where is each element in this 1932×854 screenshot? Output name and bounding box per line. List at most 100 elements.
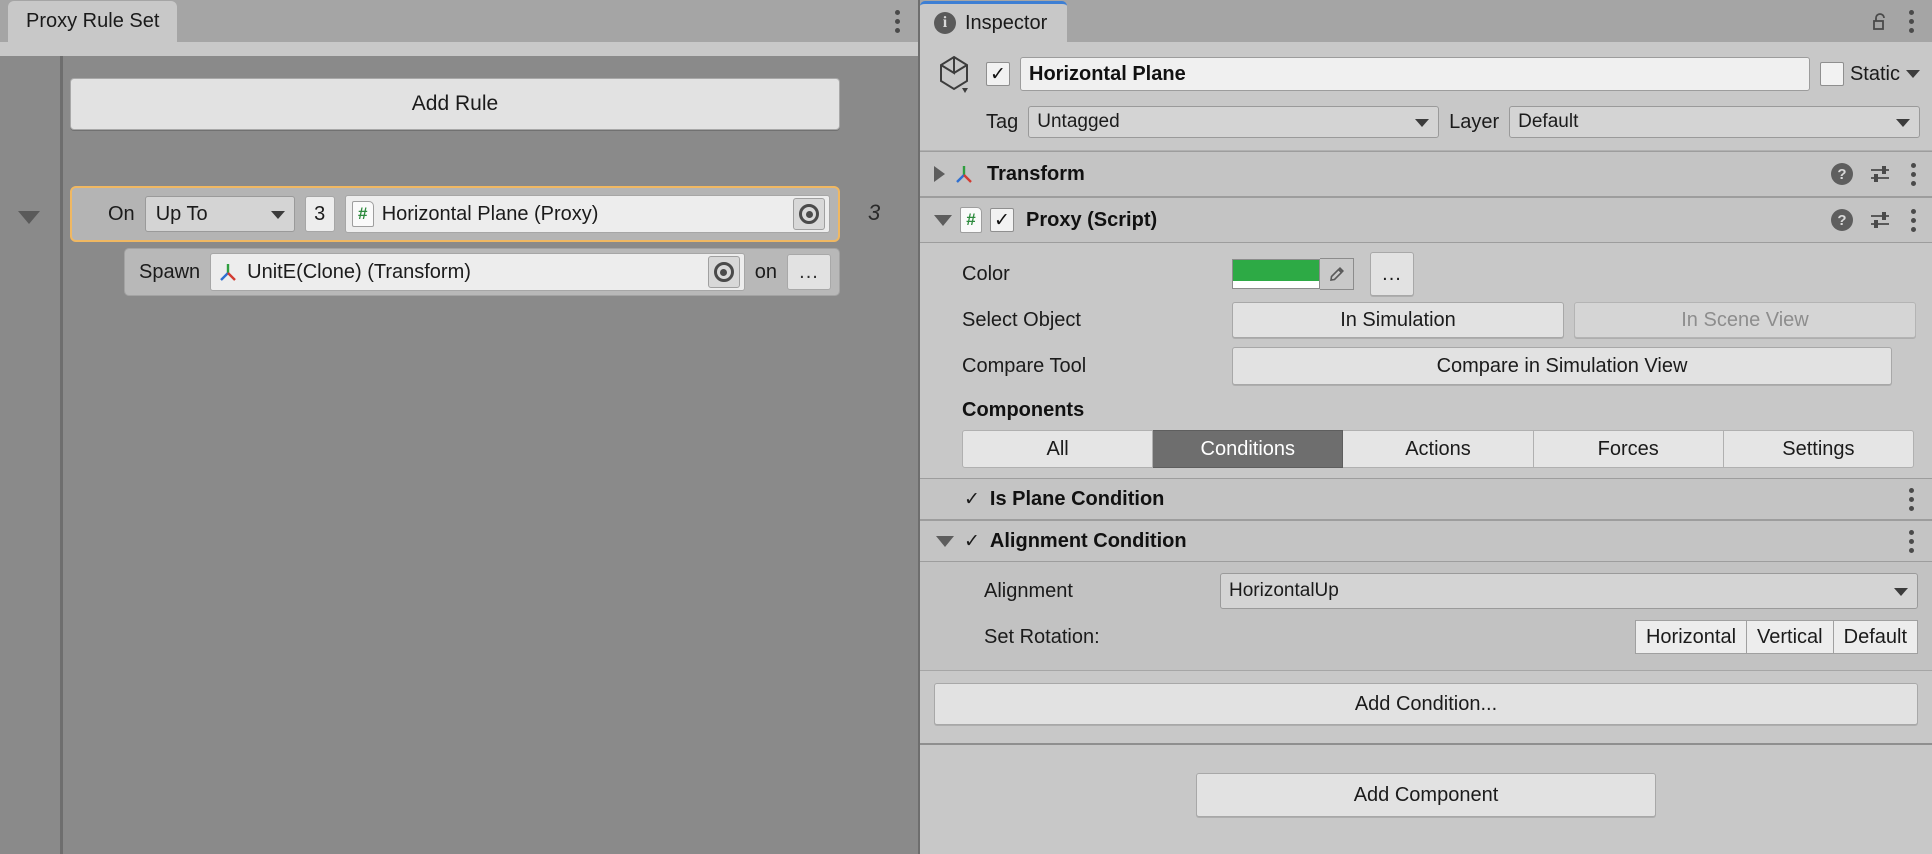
tag-dropdown[interactable]: Untagged bbox=[1028, 106, 1439, 138]
set-rotation-horizontal-button[interactable]: Horizontal bbox=[1635, 620, 1747, 654]
transform-kebab-menu-icon[interactable] bbox=[1907, 159, 1920, 190]
layer-label: Layer bbox=[1449, 111, 1499, 134]
select-in-scene-view-label: In Scene View bbox=[1681, 309, 1809, 332]
filter-tab-actions-label: Actions bbox=[1405, 438, 1471, 461]
set-rotation-vertical-button[interactable]: Vertical bbox=[1747, 620, 1834, 654]
left-panel-toolbar-strip bbox=[0, 42, 918, 56]
static-checkbox[interactable] bbox=[1820, 62, 1844, 86]
rule-mode-value: Up To bbox=[156, 203, 208, 226]
preset-icon[interactable] bbox=[1869, 210, 1891, 230]
lock-open-icon[interactable] bbox=[1871, 12, 1889, 32]
rule-index-count: 3 bbox=[868, 200, 880, 226]
spawn-object-value: UnitE(Clone) (Transform) bbox=[247, 261, 700, 284]
alignment-condition-check[interactable]: ✓ bbox=[964, 530, 980, 553]
set-rotation-vertical-label: Vertical bbox=[1757, 626, 1823, 649]
tag-label: Tag bbox=[986, 111, 1018, 134]
spawn-row: Spawn UnitE(Clone) (Transform) bbox=[124, 248, 840, 296]
add-condition-section: Add Condition... bbox=[920, 670, 1932, 743]
filter-tab-conditions[interactable]: Conditions bbox=[1153, 430, 1343, 468]
alignment-condition-foldout-triangle-down-icon[interactable] bbox=[936, 536, 954, 547]
gameobject-name-input[interactable]: Horizontal Plane bbox=[1020, 57, 1810, 91]
static-chevron-down-icon[interactable] bbox=[1906, 70, 1920, 78]
tab-proxy-rule-set[interactable]: Proxy Rule Set bbox=[8, 1, 177, 42]
rule-set-body: Add Rule On Up To 3 # Horizontal Pla bbox=[0, 56, 918, 854]
tab-inspector-label: Inspector bbox=[965, 12, 1047, 35]
eyedropper-icon[interactable] bbox=[1320, 258, 1354, 290]
spawn-label: Spawn bbox=[139, 261, 200, 284]
proxy-properties: Color ... Select Object bbox=[920, 243, 1932, 478]
spawn-object-picker-icon[interactable] bbox=[708, 256, 740, 288]
inspector-kebab-menu-icon[interactable] bbox=[1905, 6, 1918, 37]
color-swatch[interactable] bbox=[1232, 259, 1320, 289]
select-object-label: Select Object bbox=[932, 309, 1232, 332]
filter-tab-actions[interactable]: Actions bbox=[1343, 430, 1533, 468]
spawn-object-field[interactable]: UnitE(Clone) (Transform) bbox=[210, 253, 745, 291]
add-rule-button[interactable]: Add Rule bbox=[70, 78, 840, 130]
compare-tool-row: Compare Tool Compare in Simulation View bbox=[932, 343, 1920, 389]
components-section-label: Components bbox=[932, 399, 1920, 422]
proxy-rule-set-panel: Proxy Rule Set Add Rule On Up To bbox=[0, 0, 918, 854]
rule-mode-dropdown[interactable]: Up To bbox=[145, 196, 295, 232]
set-rotation-segmented-control: Horizontal Vertical Default bbox=[1635, 620, 1918, 654]
set-rotation-default-button[interactable]: Default bbox=[1834, 620, 1918, 654]
color-label: Color bbox=[932, 263, 1232, 286]
set-rotation-horizontal-label: Horizontal bbox=[1646, 626, 1736, 649]
help-icon[interactable]: ? bbox=[1831, 163, 1853, 185]
alignment-condition-body: Alignment HorizontalUp Set Rotation: Hor… bbox=[920, 562, 1932, 670]
add-component-button[interactable]: Add Component bbox=[1196, 773, 1656, 817]
rule-target-object-field[interactable]: # Horizontal Plane (Proxy) bbox=[345, 195, 830, 233]
select-object-row: Select Object In Simulation In Scene Vie… bbox=[932, 297, 1920, 343]
inspector-panel: i Inspector bbox=[918, 0, 1932, 854]
add-condition-button[interactable]: Add Condition... bbox=[934, 683, 1918, 725]
select-in-simulation-button[interactable]: In Simulation bbox=[1232, 302, 1564, 338]
script-icon: # bbox=[960, 207, 982, 233]
filter-tab-forces[interactable]: Forces bbox=[1534, 430, 1724, 468]
component-header-proxy-script[interactable]: # ✓ Proxy (Script) ? bbox=[920, 197, 1932, 243]
spawn-more-button[interactable]: ... bbox=[787, 254, 831, 290]
proxy-enabled-checkbox[interactable]: ✓ bbox=[990, 208, 1014, 232]
color-more-button[interactable]: ... bbox=[1370, 252, 1414, 296]
add-condition-label: Add Condition... bbox=[1355, 693, 1497, 716]
set-rotation-row: Set Rotation: Horizontal Vertical Defaul… bbox=[920, 614, 1918, 660]
proxy-title: Proxy (Script) bbox=[1026, 209, 1157, 232]
proxy-kebab-menu-icon[interactable] bbox=[1907, 205, 1920, 236]
transform-foldout-triangle-right-icon[interactable] bbox=[934, 166, 945, 182]
alignment-value: HorizontalUp bbox=[1229, 580, 1339, 602]
is-plane-condition-check[interactable]: ✓ bbox=[964, 488, 980, 511]
rule-fold-gutter bbox=[0, 56, 60, 854]
rule-count-input[interactable]: 3 bbox=[305, 196, 335, 232]
gameobject-tag-layer-row: Tag Untagged Layer Default bbox=[932, 106, 1920, 138]
add-component-section: Add Component bbox=[920, 743, 1932, 854]
alignment-label: Alignment bbox=[920, 580, 1220, 603]
spawn-more-label: ... bbox=[799, 261, 819, 284]
layer-dropdown[interactable]: Default bbox=[1509, 106, 1920, 138]
proxy-foldout-triangle-down-icon[interactable] bbox=[934, 215, 952, 226]
help-icon[interactable]: ? bbox=[1831, 209, 1853, 231]
alignment-condition-kebab-menu-icon[interactable] bbox=[1905, 526, 1918, 557]
component-header-transform[interactable]: Transform ? bbox=[920, 151, 1932, 197]
is-plane-condition-kebab-menu-icon[interactable] bbox=[1905, 484, 1918, 515]
set-rotation-label: Set Rotation: bbox=[920, 626, 1220, 649]
layer-value: Default bbox=[1518, 111, 1578, 133]
color-more-label: ... bbox=[1382, 263, 1402, 286]
gameobject-enabled-checkbox[interactable]: ✓ bbox=[986, 62, 1010, 86]
rule-foldout-triangle-down-icon[interactable] bbox=[18, 211, 40, 224]
filter-tab-all-label: All bbox=[1046, 438, 1068, 461]
compare-in-simulation-view-button[interactable]: Compare in Simulation View bbox=[1232, 347, 1892, 385]
color-row: Color ... bbox=[932, 251, 1920, 297]
filter-tab-settings[interactable]: Settings bbox=[1724, 430, 1914, 468]
alignment-dropdown[interactable]: HorizontalUp bbox=[1220, 573, 1918, 609]
filter-tab-conditions-label: Conditions bbox=[1201, 438, 1296, 461]
condition-header-is-plane[interactable]: ✓ Is Plane Condition bbox=[920, 478, 1932, 520]
select-in-simulation-label: In Simulation bbox=[1340, 309, 1456, 332]
rule-row-selected[interactable]: On Up To 3 # Horizontal Plane (Proxy) bbox=[70, 186, 840, 242]
filter-tab-all[interactable]: All bbox=[962, 430, 1153, 468]
condition-header-alignment[interactable]: ✓ Alignment Condition bbox=[920, 520, 1932, 562]
rule-target-object-picker-icon[interactable] bbox=[793, 198, 825, 230]
preset-icon[interactable] bbox=[1869, 164, 1891, 184]
gameobject-enabled-check: ✓ bbox=[990, 65, 1006, 84]
tab-inspector[interactable]: i Inspector bbox=[920, 1, 1067, 42]
filter-tab-forces-label: Forces bbox=[1598, 438, 1659, 461]
left-panel-kebab-menu-icon[interactable] bbox=[891, 6, 904, 37]
select-in-scene-view-button[interactable]: In Scene View bbox=[1574, 302, 1916, 338]
